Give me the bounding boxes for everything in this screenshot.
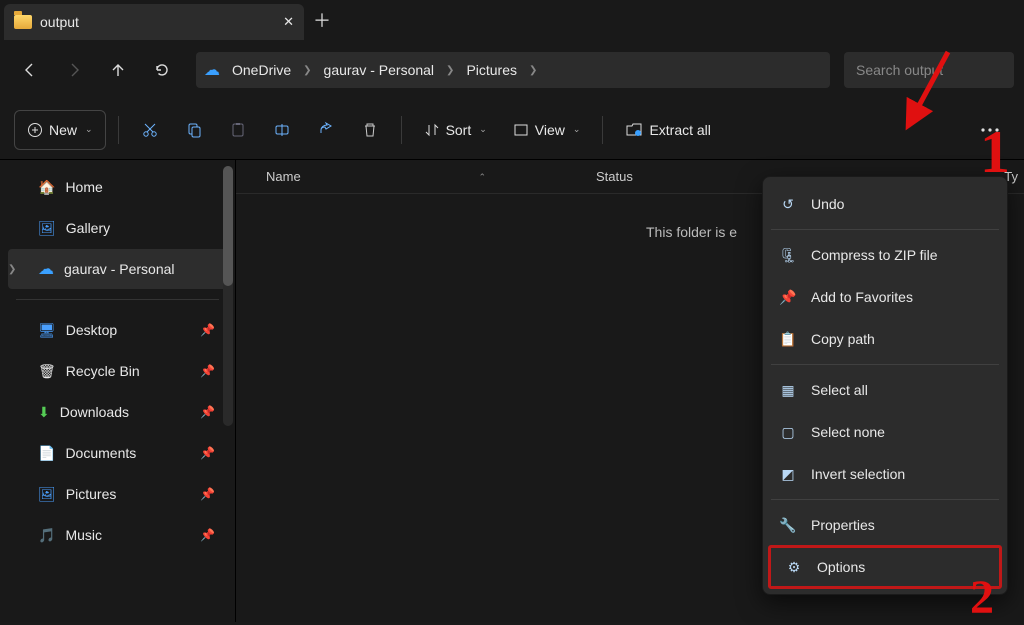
zip-icon: 🗜 [779,247,797,264]
pin-icon: 📌 [200,528,215,542]
music-icon: 🎵 [38,527,55,544]
chevron-right-icon: ❯ [446,65,454,76]
menu-invert-selection[interactable]: ◩ Invert selection [763,453,1007,495]
pictures-icon: 🖼 [38,486,56,503]
documents-icon: 📄 [38,445,55,462]
nav-up-button[interactable] [98,50,138,90]
onedrive-icon: ☁ [38,259,54,279]
onedrive-icon: ☁ [204,60,220,80]
nav-bar: ☁ OneDrive ❯ gaurav - Personal ❯ Picture… [0,40,1024,100]
select-none-icon: ▢ [779,424,797,441]
tab-output[interactable]: output ✕ [4,4,304,40]
pin-icon: 📌 [200,405,215,419]
toolbar-separator [602,116,603,144]
tab-title: output [40,14,79,30]
menu-options[interactable]: ⚙ Options [769,546,1001,588]
crumb-personal[interactable]: gaurav - Personal [316,58,443,82]
menu-separator [771,229,999,230]
nav-refresh-button[interactable] [142,50,182,90]
share-button[interactable] [307,110,345,150]
menu-undo[interactable]: ↺ Undo [763,183,1007,225]
home-icon: 🏠 [38,179,55,196]
pin-icon: 📌 [200,487,215,501]
search-input[interactable]: Search output [844,52,1014,88]
crumb-onedrive[interactable]: OneDrive [224,58,299,82]
menu-select-all[interactable]: ▦ Select all [763,369,1007,411]
search-placeholder: Search output [856,62,943,78]
new-button[interactable]: New⌄ [14,110,106,150]
gallery-icon: 🖼 [38,220,56,237]
select-all-icon: ▦ [779,382,797,399]
menu-properties[interactable]: 🔧 Properties [763,504,1007,546]
wrench-icon: 🔧 [779,517,797,534]
recycle-icon: 🗑 [38,363,56,380]
downloads-icon: ⬇ [38,404,50,421]
path-icon: 📋 [779,331,797,348]
new-tab-button[interactable]: ＋ [304,7,340,33]
pin-icon: 📌 [200,446,215,460]
column-status[interactable]: Status [596,169,716,184]
sidebar-item-music[interactable]: 🎵Music 📌 [8,515,227,555]
crumb-pictures[interactable]: Pictures [458,58,525,82]
sidebar-separator [16,299,219,300]
nav-forward-button[interactable] [54,50,94,90]
menu-select-none[interactable]: ▢ Select none [763,411,1007,453]
invert-icon: ◩ [779,466,797,483]
sidebar-item-desktop[interactable]: 🖥Desktop 📌 [8,310,227,350]
more-button[interactable] [970,110,1010,150]
tab-bar: output ✕ ＋ [0,0,1024,40]
paste-button[interactable] [219,110,257,150]
gear-icon: ⚙ [785,559,803,576]
close-tab-icon[interactable]: ✕ [283,14,294,30]
menu-compress[interactable]: 🗜 Compress to ZIP file [763,234,1007,276]
nav-back-button[interactable] [10,50,50,90]
folder-icon [14,15,32,29]
menu-separator [771,364,999,365]
toolbar-separator [118,116,119,144]
rename-button[interactable] [263,110,301,150]
sidebar: 🏠Home 🖼Gallery ❯ ☁gaurav - Personal 🖥Des… [0,160,236,622]
copy-button[interactable] [175,110,213,150]
column-name[interactable]: Name ⌃ [236,169,596,184]
sidebar-item-personal[interactable]: ❯ ☁gaurav - Personal [8,249,227,289]
menu-add-favorites[interactable]: 📌 Add to Favorites [763,276,1007,318]
pin-icon: 📌 [200,364,215,378]
sidebar-item-gallery[interactable]: 🖼Gallery [8,208,227,248]
sidebar-item-downloads[interactable]: ⬇Downloads 📌 [8,392,227,432]
sidebar-item-pictures[interactable]: 🖼Pictures 📌 [8,474,227,514]
sort-button[interactable]: Sort⌄ [414,110,497,150]
delete-button[interactable] [351,110,389,150]
sidebar-item-home[interactable]: 🏠Home [8,167,227,207]
chevron-right-icon: ❯ [303,65,311,76]
more-menu: ↺ Undo 🗜 Compress to ZIP file 📌 Add to F… [762,176,1008,595]
toolbar-separator [401,116,402,144]
breadcrumb: ☁ OneDrive ❯ gaurav - Personal ❯ Picture… [196,52,830,88]
menu-separator [771,499,999,500]
undo-icon: ↺ [779,196,797,213]
toolbar: New⌄ Sort⌄ View⌄ Extract all [0,100,1024,160]
chevron-right-icon: ❯ [529,65,537,76]
pin-icon: 📌 [779,289,797,306]
chevron-right-icon: ❯ [8,264,16,275]
cut-button[interactable] [131,110,169,150]
sidebar-item-recycle[interactable]: 🗑Recycle Bin 📌 [8,351,227,391]
sort-arrow-icon: ⌃ [478,172,486,183]
extract-all-button[interactable]: Extract all [615,110,720,150]
scrollbar-thumb[interactable] [223,166,233,286]
menu-copy-path[interactable]: 📋 Copy path [763,318,1007,360]
view-button[interactable]: View⌄ [503,110,591,150]
sidebar-item-documents[interactable]: 📄Documents 📌 [8,433,227,473]
pin-icon: 📌 [200,323,215,337]
desktop-icon: 🖥 [38,322,56,339]
